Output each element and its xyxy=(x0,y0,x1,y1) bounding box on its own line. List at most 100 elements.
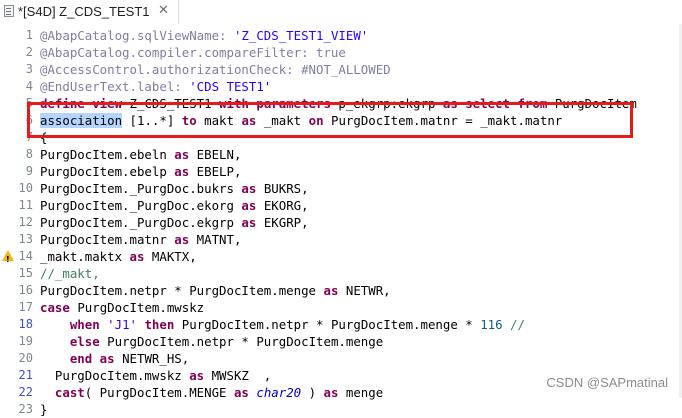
code-token: PurgDocItem._PurgDoc.bukrs xyxy=(40,181,242,196)
code-line[interactable]: 12 PurgDocItem._PurgDoc.ekgrp as EKGRP, xyxy=(0,214,682,231)
code-token: //_makt, xyxy=(40,266,100,281)
code-editor[interactable]: 1 @AbapCatalog.sqlViewName: 'Z_CDS_TEST1_… xyxy=(0,24,682,417)
code-token: PurgDocItem.netpr * PurgDocItem.menge xyxy=(107,334,384,349)
code-token: makt xyxy=(204,113,242,128)
code-token: } xyxy=(40,402,48,417)
line-number: 12 xyxy=(18,215,33,229)
code-token: as select from xyxy=(442,96,555,111)
code-line[interactable]: 4 @EndUserText.label: 'CDS TEST1' xyxy=(0,78,682,95)
line-number: 5 xyxy=(25,96,33,110)
code-line[interactable]: 13 PurgDocItem.matnr as MATNT, xyxy=(0,231,682,248)
line-number: 20 xyxy=(18,351,33,365)
code-line[interactable]: 1 @AbapCatalog.sqlViewName: 'Z_CDS_TEST1_… xyxy=(0,27,682,44)
code-token: PurgDocItem.ebelp xyxy=(40,164,175,179)
code-text: @EndUserText.label: 'CDS TEST1' xyxy=(40,78,271,95)
code-token: PurgDocItem._PurgDoc.ekgrp xyxy=(40,215,242,230)
code-token: _makt.maktx xyxy=(40,249,130,264)
line-number: 1 xyxy=(25,28,33,42)
code-token: case xyxy=(40,300,78,315)
code-line[interactable]: 15 //_makt, xyxy=(0,265,682,282)
code-line[interactable]: 3 @AccessControl.authorizationCheck: #NOT… xyxy=(0,61,682,78)
code-line[interactable]: 2 @AbapCatalog.compiler.compareFilter: tr… xyxy=(0,44,682,61)
code-token: as xyxy=(241,181,264,196)
code-token: PurgDocItem.matnr xyxy=(40,232,175,247)
code-token: PurgDocItem.mwskz xyxy=(77,300,205,315)
watermark: CSDN @SAPmatinal xyxy=(546,375,668,390)
code-token: PurgDocItem.ebeln xyxy=(40,147,175,162)
line-number: 16 xyxy=(18,283,33,297)
code-token: Z_CDS_TEST1 xyxy=(129,96,220,111)
code-text: @AccessControl.authorizationCheck: #NOT_… xyxy=(40,61,391,78)
code-token: when xyxy=(69,317,108,332)
code-token: as xyxy=(129,249,152,264)
code-token: as xyxy=(323,283,346,298)
code-line[interactable]: 14_makt.maktx as MAKTX, xyxy=(0,248,682,268)
abap-file-icon xyxy=(4,5,14,17)
code-token: PurgDocItem._PurgDoc.ekorg xyxy=(40,198,242,213)
tab-title: *[S4D] Z_CDS_TEST1 xyxy=(18,4,150,19)
code-token: { xyxy=(40,130,48,145)
code-line[interactable]: 18 when 'J1' then PurgDocItem.netpr * Pu… xyxy=(0,316,682,333)
code-token: PurgDocItem.matnr = _makt.matnr xyxy=(331,113,563,128)
code-text: { xyxy=(40,129,47,146)
code-token: 'J1' xyxy=(107,317,145,332)
editor-tab-bar: *[S4D] Z_CDS_TEST1 ✕ xyxy=(0,0,682,25)
code-text: @AbapCatalog.sqlViewName: 'Z_CDS_TEST1_V… xyxy=(40,27,368,44)
line-number: 9 xyxy=(25,164,33,178)
code-text: PurgDocItem.matnr as MATNT, xyxy=(40,231,241,248)
code-line[interactable]: 23} xyxy=(0,401,682,418)
code-text: _makt.maktx as MAKTX, xyxy=(40,248,197,265)
code-token: 116 xyxy=(480,317,511,332)
code-line[interactable]: 11 PurgDocItem._PurgDoc.ekorg as EKORG, xyxy=(0,197,682,214)
code-line[interactable]: 17 case PurgDocItem.mwskz xyxy=(0,299,682,316)
code-token: EBELP, xyxy=(196,164,242,179)
line-number: 10 xyxy=(18,181,33,195)
code-text: else PurgDocItem.netpr * PurgDocItem.men… xyxy=(40,333,383,350)
code-token: as xyxy=(189,368,212,383)
code-token: to xyxy=(181,113,205,128)
code-token: NETWR_HS, xyxy=(122,351,190,366)
code-token: on xyxy=(308,113,331,128)
line-number: 13 xyxy=(18,232,33,246)
code-token: p_ekgrp:ekgrp xyxy=(338,96,443,111)
code-token: as xyxy=(241,198,264,213)
code-text: cast( PurgDocItem.MENGE as char20 ) as m… xyxy=(40,384,383,401)
code-line[interactable]: 9 PurgDocItem.ebelp as EBELP, xyxy=(0,163,682,180)
code-token: NETWR, xyxy=(345,283,391,298)
code-line[interactable]: 10 PurgDocItem._PurgDoc.bukrs as BUKRS, xyxy=(0,180,682,197)
code-line[interactable]: 19 else PurgDocItem.netpr * PurgDocItem.… xyxy=(0,333,682,350)
code-line[interactable]: 6 association [1..*] to makt as _makt on … xyxy=(0,112,682,129)
code-token: 'CDS TEST1' xyxy=(189,79,272,94)
line-number: 15 xyxy=(18,266,33,280)
code-token: @AbapCatalog.sqlViewName: xyxy=(40,28,234,43)
line-number: 4 xyxy=(25,79,33,93)
close-icon[interactable]: ✕ xyxy=(158,3,169,18)
code-token: EBELN, xyxy=(196,147,242,162)
editor-tab[interactable]: *[S4D] Z_CDS_TEST1 ✕ xyxy=(0,0,179,24)
code-text: PurgDocItem.netpr * PurgDocItem.menge as… xyxy=(40,282,391,299)
code-token: _makt xyxy=(263,113,309,128)
code-line[interactable]: 20 end as NETWR_HS, xyxy=(0,350,682,367)
code-token: [1..*] xyxy=(122,113,182,128)
code-token: EKORG, xyxy=(263,198,309,213)
code-token: EKGRP, xyxy=(263,215,309,230)
code-line[interactable]: 7{ xyxy=(0,129,682,146)
code-token: as xyxy=(174,164,197,179)
code-token: end as xyxy=(69,351,123,366)
code-text: association [1..*] to makt as _makt on P… xyxy=(40,112,562,129)
warning-icon[interactable] xyxy=(2,250,14,268)
code-line[interactable]: 16 PurgDocItem.netpr * PurgDocItem.menge … xyxy=(0,282,682,299)
line-number: 6 xyxy=(25,113,33,127)
code-token: BUKRS, xyxy=(263,181,309,196)
code-line[interactable]: 8 PurgDocItem.ebeln as EBELN, xyxy=(0,146,682,163)
line-number: 21 xyxy=(18,368,33,382)
line-number: 3 xyxy=(25,62,33,76)
code-text: PurgDocItem._PurgDoc.ekorg as EKORG, xyxy=(40,197,309,214)
code-token: PurgDocItem.netpr * PurgDocItem.menge * xyxy=(181,317,481,332)
code-token: define view xyxy=(40,96,130,111)
code-line[interactable]: 5 define view Z_CDS_TEST1 with parameters… xyxy=(0,95,682,112)
code-token: PurgDocItem xyxy=(554,96,637,111)
code-text: PurgDocItem._PurgDoc.ekgrp as EKGRP, xyxy=(40,214,309,231)
